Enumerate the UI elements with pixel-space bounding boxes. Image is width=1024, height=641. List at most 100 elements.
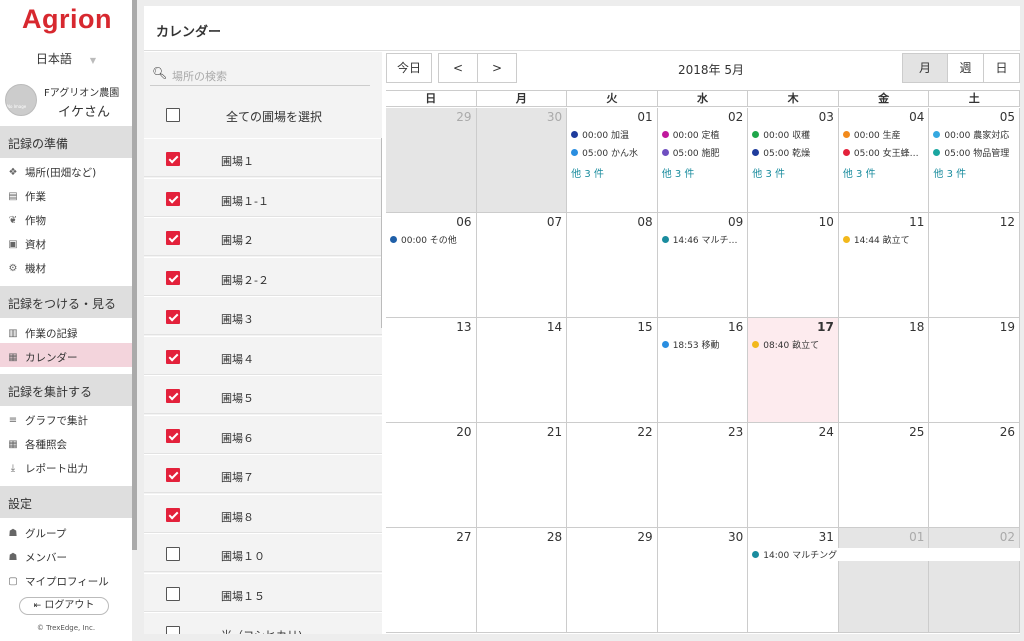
field-row[interactable]: 圃場８ bbox=[144, 493, 382, 533]
sidebar-item-field[interactable]: ❖ 場所(田畑など) bbox=[0, 158, 132, 182]
calendar-event[interactable]: 00:00 生産 bbox=[842, 128, 927, 141]
day-cell[interactable]: 25 bbox=[838, 423, 930, 528]
day-cell[interactable]: 10 bbox=[748, 213, 839, 318]
language-select[interactable]: 日本語 ▼ bbox=[0, 50, 132, 67]
calendar-event[interactable]: 00:00 加温 bbox=[571, 128, 655, 141]
calendar-event[interactable]: 05:00 施肥 bbox=[661, 146, 746, 159]
field-row[interactable]: 圃場４ bbox=[144, 335, 382, 375]
calendar-event[interactable]: 05:00 物品管理 bbox=[933, 146, 1017, 159]
sidebar-item-members[interactable]: ☗ メンバー bbox=[0, 543, 132, 567]
field-row[interactable]: 圃場３ bbox=[144, 296, 382, 335]
view-button-1[interactable]: 週 bbox=[947, 53, 984, 83]
calendar-event[interactable]: 05:00 女王蜂… bbox=[842, 146, 927, 159]
day-cell[interactable]: 12 bbox=[929, 213, 1020, 318]
select-all-row[interactable]: 全ての圃場を選択 bbox=[144, 96, 382, 136]
field-checkbox[interactable] bbox=[166, 349, 180, 364]
day-cell[interactable]: 29 bbox=[386, 108, 477, 213]
day-cell[interactable]: 06 00:00 その他 bbox=[386, 213, 477, 318]
sidebar-item-crop[interactable]: ❦ 作物 bbox=[0, 206, 132, 230]
sidebar-item-graph[interactable]: ≡ グラフで集計 bbox=[0, 406, 132, 430]
day-cell[interactable]: 08 bbox=[567, 213, 658, 318]
field-row[interactable]: 圃場７ bbox=[144, 454, 382, 493]
field-checkbox[interactable] bbox=[166, 310, 180, 324]
calendar-event[interactable]: 08:40 畝立て bbox=[752, 338, 836, 351]
calendar-event[interactable]: 14:46 マルチ… bbox=[661, 233, 746, 246]
sidebar-item-machine[interactable]: ⚙ 機材 bbox=[0, 254, 132, 278]
field-checkbox[interactable] bbox=[166, 231, 180, 245]
calendar-event[interactable]: 14:00 マルチング bbox=[752, 548, 1021, 561]
day-cell[interactable]: 04 00:00 生産 05:00 女王蜂… 他 3 件 bbox=[838, 108, 930, 213]
day-cell[interactable]: 07 bbox=[476, 213, 568, 318]
field-row[interactable]: 圃場６ bbox=[144, 414, 382, 454]
field-checkbox[interactable] bbox=[166, 389, 180, 403]
day-cell[interactable]: 27 bbox=[386, 528, 477, 633]
day-cell[interactable]: 09 14:46 マルチ… bbox=[657, 213, 749, 318]
today-button[interactable]: 今日 bbox=[386, 53, 432, 83]
day-cell[interactable]: 30 bbox=[657, 528, 749, 633]
field-row[interactable]: 圃場１５ bbox=[144, 572, 382, 612]
day-cell[interactable]: 11 14:44 畝立て bbox=[838, 213, 930, 318]
day-cell[interactable]: 14 bbox=[476, 318, 568, 423]
field-row[interactable]: 圃場２ bbox=[144, 217, 382, 256]
field-search-input[interactable]: 🔍︎ 場所の検索 bbox=[150, 64, 370, 86]
day-cell[interactable]: 13 bbox=[386, 318, 477, 423]
field-checkbox[interactable] bbox=[166, 468, 180, 482]
calendar-event[interactable]: 18:53 移動 bbox=[661, 338, 746, 351]
day-cell[interactable]: 05 00:00 農家対応 05:00 物品管理他 3 件 bbox=[929, 108, 1020, 213]
field-checkbox[interactable] bbox=[166, 152, 180, 166]
sidebar-item-group[interactable]: ☗ グループ bbox=[0, 519, 132, 543]
day-cell[interactable]: 02 bbox=[929, 528, 1020, 633]
day-cell[interactable]: 16 18:53 移動 bbox=[657, 318, 749, 423]
more-events-link[interactable]: 他 3 件 bbox=[662, 165, 695, 180]
day-cell[interactable]: 22 bbox=[567, 423, 658, 528]
more-events-link[interactable]: 他 3 件 bbox=[752, 165, 785, 180]
more-events-link[interactable]: 他 3 件 bbox=[933, 165, 966, 180]
calendar-event[interactable]: 05:00 かん水 bbox=[571, 146, 655, 159]
more-events-link[interactable]: 他 3 件 bbox=[843, 165, 876, 180]
logout-button[interactable]: ⇤ ログアウト bbox=[19, 597, 109, 615]
field-checkbox[interactable] bbox=[166, 626, 180, 634]
view-button-2[interactable]: 日 bbox=[983, 53, 1020, 83]
day-cell[interactable]: 24 bbox=[748, 423, 839, 528]
sidebar-item-download[interactable]: ⤓ レポート出力 bbox=[0, 454, 132, 478]
next-month-button[interactable]: > bbox=[477, 53, 517, 83]
field-checkbox[interactable] bbox=[166, 507, 180, 522]
day-cell[interactable]: 18 bbox=[838, 318, 930, 423]
day-cell[interactable]: 03 00:00 収穫 05:00 乾燥他 3 件 bbox=[748, 108, 839, 213]
sidebar-item-material[interactable]: ▣ 資材 bbox=[0, 230, 132, 254]
sidebar-item-work[interactable]: ▤ 作業 bbox=[0, 182, 132, 206]
day-cell[interactable]: 15 bbox=[567, 318, 658, 423]
field-row[interactable]: 圃場２-２ bbox=[144, 256, 382, 296]
field-row[interactable]: 圃場１ bbox=[144, 138, 382, 177]
day-cell[interactable]: 20 bbox=[386, 423, 477, 528]
calendar-event[interactable]: 00:00 収穫 bbox=[752, 128, 836, 141]
sidebar-item-table[interactable]: ▦ 各種照会 bbox=[0, 430, 132, 454]
field-checkbox[interactable] bbox=[166, 547, 180, 561]
day-cell[interactable]: 29 bbox=[567, 528, 658, 633]
sidebar-scrollbar[interactable] bbox=[132, 0, 137, 550]
day-cell[interactable]: 17 08:40 畝立て bbox=[748, 318, 839, 423]
select-all-checkbox[interactable] bbox=[166, 108, 180, 122]
field-row[interactable]: 米（コシヒカリ) bbox=[144, 612, 382, 634]
day-cell[interactable]: 28 bbox=[476, 528, 568, 633]
day-cell[interactable]: 02 00:00 定植 05:00 施肥他 3 件 bbox=[657, 108, 749, 213]
day-cell[interactable]: 30 bbox=[476, 108, 568, 213]
prev-month-button[interactable]: < bbox=[438, 53, 478, 83]
day-cell[interactable]: 31 14:00 マルチング bbox=[748, 528, 1021, 633]
calendar-event[interactable]: 14:44 畝立て bbox=[842, 233, 927, 246]
sidebar-item-calendar[interactable]: ▦ カレンダー bbox=[0, 343, 132, 367]
sidebar-item-profile[interactable]: ▢ マイプロフィール bbox=[0, 567, 132, 591]
calendar-event[interactable]: 05:00 乾燥 bbox=[752, 146, 836, 159]
field-checkbox[interactable] bbox=[166, 586, 180, 601]
day-cell[interactable]: 21 bbox=[476, 423, 568, 528]
field-list-scrollbar[interactable] bbox=[381, 138, 382, 328]
app-logo[interactable]: Agrion bbox=[22, 4, 112, 35]
field-checkbox[interactable] bbox=[166, 191, 180, 206]
day-cell[interactable]: 23 bbox=[657, 423, 749, 528]
sidebar-item-record[interactable]: ▥ 作業の記録 bbox=[0, 319, 132, 343]
field-row[interactable]: 圃場５ bbox=[144, 375, 382, 414]
day-cell[interactable]: 01 bbox=[838, 528, 930, 633]
field-row[interactable]: 圃場１０ bbox=[144, 533, 382, 572]
more-events-link[interactable]: 他 3 件 bbox=[571, 165, 604, 180]
view-button-0[interactable]: 月 bbox=[902, 53, 948, 83]
